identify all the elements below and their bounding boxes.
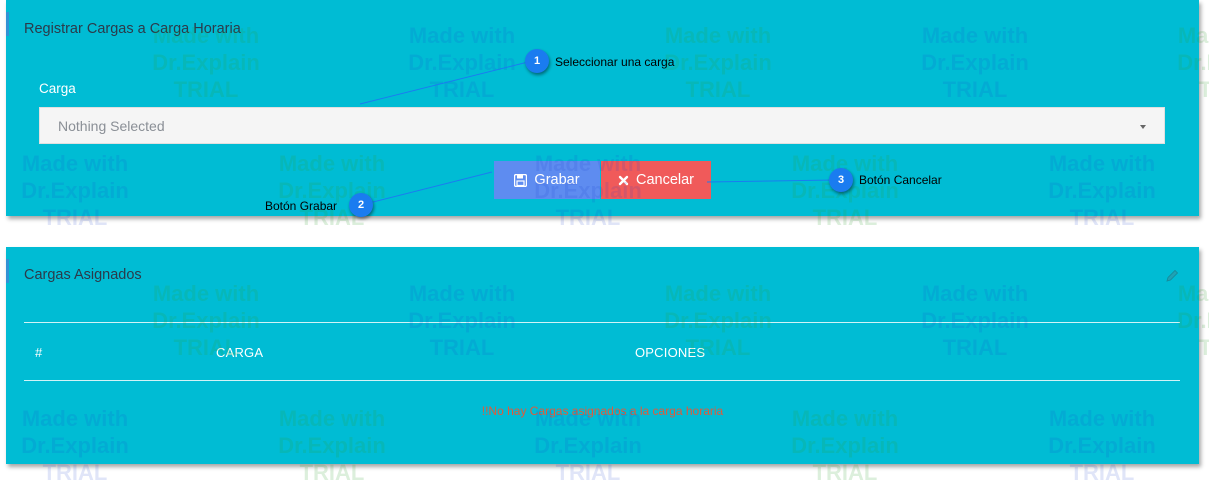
callout-3-text: Botón Cancelar bbox=[859, 173, 942, 187]
callout-1-text: Seleccionar una carga bbox=[555, 55, 675, 69]
cancel-button[interactable]: Cancelar bbox=[601, 161, 711, 199]
panel-title: Registrar Cargas a Carga Horaria bbox=[24, 21, 241, 37]
table-header-top-border bbox=[24, 322, 1180, 323]
cancel-button-label: Cancelar bbox=[635, 172, 695, 188]
floppy-disk-icon bbox=[514, 173, 528, 187]
column-header-carga: CARGA bbox=[216, 345, 264, 360]
carga-select[interactable]: Nothing Selected bbox=[39, 107, 1165, 144]
column-header-opciones: OPCIONES bbox=[635, 345, 706, 360]
callout-2-text: Botón Grabar bbox=[265, 199, 338, 213]
carga-select-value: Nothing Selected bbox=[58, 118, 165, 134]
pencil-icon[interactable] bbox=[1165, 269, 1179, 288]
caret-down-icon bbox=[1140, 125, 1146, 129]
save-button[interactable]: Grabar bbox=[494, 161, 600, 199]
panel-title: Cargas Asignados bbox=[24, 267, 142, 283]
callout-2-badge: 2 bbox=[349, 193, 373, 217]
save-button-label: Grabar bbox=[534, 172, 580, 188]
close-icon bbox=[618, 175, 629, 186]
table-header-bottom-border bbox=[24, 380, 1180, 381]
callout-1-badge: 1 bbox=[525, 49, 549, 73]
assigned-panel: Cargas Asignados # CARGA OPCIONES !!No h… bbox=[6, 247, 1199, 464]
callout-3-badge: 3 bbox=[829, 168, 853, 192]
empty-table-message: !!No hay Cargas asignados a la carga hor… bbox=[481, 404, 724, 418]
carga-label: Carga bbox=[39, 81, 76, 96]
register-panel: Registrar Cargas a Carga Horaria Carga N… bbox=[6, 0, 1199, 216]
column-header-number: # bbox=[35, 345, 43, 360]
